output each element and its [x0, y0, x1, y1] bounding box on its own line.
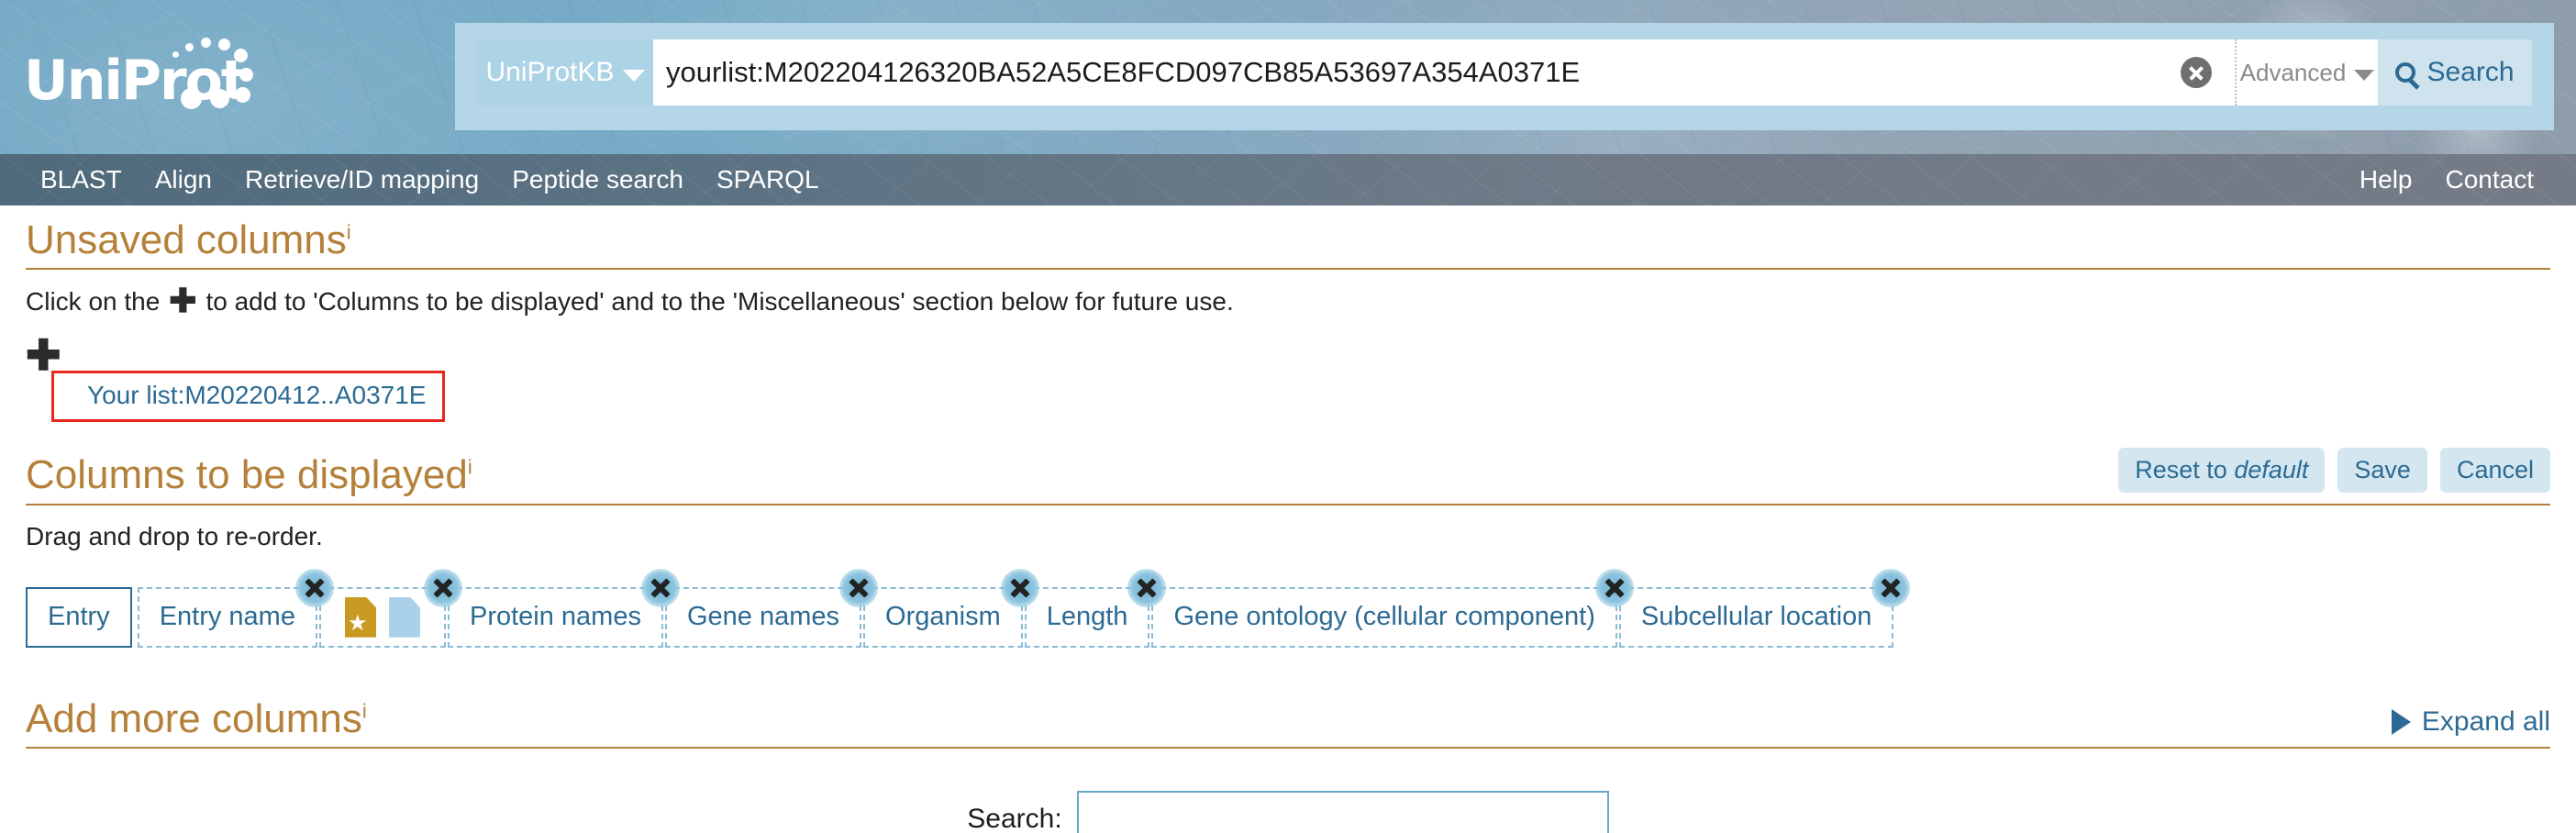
unsaved-column-chip-your-list[interactable]: Your list:M20220412..A0371E: [51, 371, 446, 423]
remove-column-icon[interactable]: [839, 568, 879, 607]
unsaved-columns-instruction: Click on the ✚ to add to 'Columns to be …: [26, 284, 2550, 317]
divider: [26, 503, 2550, 505]
columns-filter-search-input[interactable]: [1076, 791, 1609, 833]
column-chip-label: Entry name: [159, 602, 295, 632]
columns-to-display-header-row: Columns to be displayedi Reset to defaul…: [26, 440, 2550, 497]
column-chip-gene-names[interactable]: Gene names: [664, 568, 879, 648]
info-marker-icon[interactable]: i: [347, 220, 351, 243]
divider: [26, 747, 2550, 750]
column-chip-label: Length: [1046, 602, 1128, 632]
remove-column-icon[interactable]: [1127, 568, 1167, 607]
chevron-down-icon: [2354, 69, 2375, 81]
column-chip-label: Gene names: [686, 602, 840, 632]
remove-column-icon[interactable]: [423, 568, 462, 607]
database-select[interactable]: UniProtKB: [477, 39, 653, 106]
site-header: UniProt UniProtKB Advanced: [0, 0, 2576, 154]
chevron-down-icon: [622, 70, 645, 82]
columns-to-display-subtitle: Drag and drop to re-order.: [26, 521, 323, 550]
columns-to-display-section: Columns to be displayedi Reset to defaul…: [26, 440, 2550, 671]
add-more-columns-title: Add more columns: [26, 695, 362, 741]
search-bar: UniProtKB Advanced Search: [477, 39, 2532, 106]
instruction-text-after: to add to 'Columns to be displayed' and …: [205, 286, 1234, 316]
column-chips-list: Entry Entry name ★ Protein names Gene na…: [26, 568, 2550, 672]
nav-left-group: BLAST Align Retrieve/ID mapping Peptide …: [0, 165, 836, 194]
advanced-search-label: Advanced: [2239, 58, 2347, 86]
main-navigation: BLAST Align Retrieve/ID mapping Peptide …: [0, 154, 2576, 205]
column-chip-label: Gene ontology (cellular component): [1173, 602, 1595, 632]
remove-column-icon[interactable]: [1000, 568, 1039, 607]
column-chip-protein-names[interactable]: Protein names: [447, 568, 680, 648]
column-chip-organism[interactable]: Organism: [863, 568, 1039, 648]
database-select-label: UniProtKB: [485, 57, 615, 87]
info-marker-icon[interactable]: i: [468, 456, 472, 479]
column-chip-gene-ontology-cellular-component[interactable]: Gene ontology (cellular component): [1151, 568, 1634, 648]
main-content: Unsaved columnsi Click on the ✚ to add t…: [0, 205, 2576, 833]
clear-search-button[interactable]: [2158, 39, 2235, 106]
remove-column-icon[interactable]: [294, 568, 334, 607]
search-input[interactable]: [653, 39, 2158, 106]
column-chip-label: Protein names: [469, 602, 641, 632]
columns-action-buttons: Reset to default Save Cancel: [2118, 447, 2550, 498]
unsaved-columns-title: Unsaved columns: [26, 217, 347, 262]
reset-to-default-button[interactable]: Reset to default: [2118, 447, 2326, 493]
nav-item-sparql[interactable]: SPARQL: [700, 165, 836, 194]
search-icon: [2395, 62, 2416, 83]
cancel-button[interactable]: Cancel: [2439, 447, 2550, 493]
divider: [26, 268, 2550, 271]
advanced-search-button[interactable]: Advanced: [2235, 39, 2378, 106]
nav-item-retrieve-id-mapping[interactable]: Retrieve/ID mapping: [228, 165, 495, 194]
column-chip-entry-name[interactable]: Entry name: [137, 568, 334, 648]
column-chip-label: Subcellular location: [1640, 602, 1872, 632]
reviewed-document-star-icon: ★: [344, 596, 376, 638]
search-button-label: Search: [2426, 57, 2515, 87]
remove-column-icon[interactable]: [640, 568, 680, 607]
nav-right-group: Help Contact: [2343, 165, 2576, 194]
unsaved-columns-heading: Unsaved columnsi: [26, 217, 351, 262]
unreviewed-document-icon: [388, 596, 420, 638]
columns-to-display-heading: Columns to be displayedi: [26, 453, 472, 497]
add-more-columns-heading: Add more columnsi: [26, 695, 367, 741]
uniprot-logo-dots-icon: [167, 31, 277, 132]
save-button[interactable]: Save: [2337, 447, 2427, 493]
search-button[interactable]: Search: [2378, 39, 2532, 106]
column-chip-status[interactable]: ★: [318, 568, 462, 648]
nav-item-align[interactable]: Align: [139, 165, 228, 194]
add-more-columns-section: Add more columnsi Expand all Search:: [26, 684, 2550, 833]
column-chip-entry[interactable]: Entry: [26, 586, 132, 648]
plus-icon: ✚: [169, 282, 197, 320]
remove-column-icon[interactable]: [1594, 568, 1634, 607]
remove-column-icon[interactable]: [1871, 568, 1911, 607]
close-icon: [2181, 57, 2212, 88]
columns-filter-search-label: Search:: [967, 804, 1062, 833]
instruction-text-before: Click on the: [26, 286, 161, 316]
expand-all-button[interactable]: Expand all: [2391, 706, 2550, 741]
reset-label: Reset to: [2135, 455, 2235, 483]
column-chip-label: Organism: [885, 602, 1001, 632]
triangle-right-icon: [2391, 709, 2411, 736]
columns-to-display-title: Columns to be displayed: [26, 452, 468, 498]
search-container: UniProtKB Advanced Search: [455, 23, 2554, 130]
expand-all-label: Expand all: [2421, 706, 2550, 738]
column-chip-length[interactable]: Length: [1024, 568, 1167, 648]
nav-item-peptide-search[interactable]: Peptide search: [495, 165, 700, 194]
uniprot-logo[interactable]: UniProt: [20, 24, 295, 132]
nav-item-contact[interactable]: Contact: [2429, 165, 2551, 194]
columns-filter-search: Search:: [26, 791, 2550, 833]
column-chip-label: Entry: [48, 602, 110, 632]
nav-item-blast[interactable]: BLAST: [24, 165, 139, 194]
reset-emphasis: default: [2234, 455, 2309, 483]
unsaved-columns-section: Unsaved columnsi Click on the ✚ to add t…: [26, 205, 2550, 423]
column-chip-subcellular-location[interactable]: Subcellular location: [1618, 568, 1911, 648]
add-more-columns-header-row: Add more columnsi Expand all: [26, 684, 2550, 741]
nav-item-help[interactable]: Help: [2343, 165, 2429, 194]
info-marker-icon[interactable]: i: [362, 699, 367, 722]
